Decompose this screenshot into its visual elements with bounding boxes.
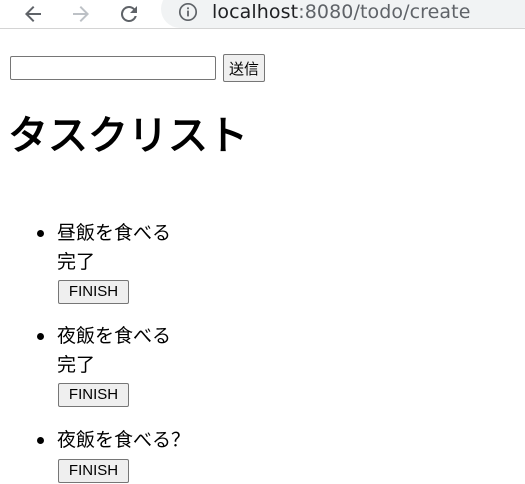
page-title: タスクリスト bbox=[8, 113, 248, 159]
browser-toolbar: localhost:8080/todo/create bbox=[0, 0, 525, 29]
arrow-right-icon bbox=[73, 6, 89, 22]
bullet-icon bbox=[37, 437, 44, 444]
reload-button[interactable] bbox=[115, 0, 143, 28]
finish-button[interactable]: FINISH bbox=[58, 383, 129, 407]
submit-button[interactable]: 送信 bbox=[223, 54, 266, 82]
url-host: localhost bbox=[212, 1, 299, 23]
bullet-icon bbox=[37, 333, 44, 340]
forward-button[interactable] bbox=[67, 0, 95, 28]
todo-text-input[interactable] bbox=[10, 56, 216, 80]
task-name: 夜飯を食べる bbox=[57, 325, 172, 347]
task-name: 夜飯を食べる？ bbox=[57, 429, 191, 451]
arrow-left-icon bbox=[25, 6, 41, 22]
back-button[interactable] bbox=[19, 0, 47, 28]
address-bar[interactable]: localhost:8080/todo/create bbox=[161, 0, 525, 28]
task-status: 完了 bbox=[57, 251, 96, 273]
create-todo-form: 送信 bbox=[10, 54, 266, 82]
finish-button[interactable]: FINISH bbox=[58, 459, 129, 483]
finish-button[interactable]: FINISH bbox=[58, 280, 129, 304]
url-path: :8080/todo/create bbox=[298, 1, 471, 23]
task-name: 昼飯を食べる bbox=[57, 222, 172, 244]
bullet-icon bbox=[37, 230, 44, 237]
task-status: 完了 bbox=[57, 354, 96, 376]
info-icon[interactable] bbox=[178, 2, 198, 22]
reload-icon bbox=[120, 5, 137, 23]
url-text: localhost:8080/todo/create bbox=[212, 1, 471, 23]
